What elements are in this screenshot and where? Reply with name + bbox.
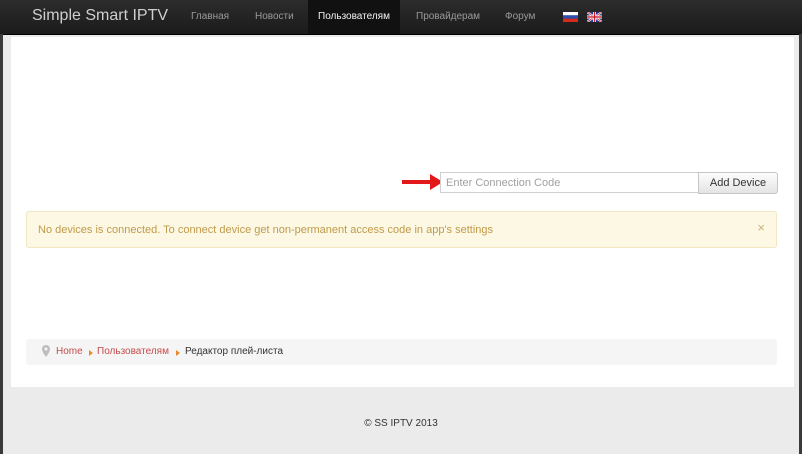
alert-message: No devices is connected. To connect devi…: [38, 224, 494, 236]
breadcrumb-separator-icon: [176, 350, 180, 356]
connection-code-input[interactable]: [440, 172, 698, 193]
english-flag-icon[interactable]: [587, 12, 602, 22]
breadcrumb: Home Пользователям Редактор плей-листа: [26, 339, 777, 365]
nav-item-home[interactable]: Главная: [181, 0, 239, 34]
breadcrumb-current: Редактор плей-листа: [185, 346, 284, 357]
breadcrumb-home-link[interactable]: Home: [56, 346, 83, 357]
nav-item-news[interactable]: Новости: [245, 0, 304, 34]
breadcrumb-separator-icon: [89, 350, 93, 356]
footer-copyright: © SS IPTV 2013: [364, 418, 438, 429]
nav-item-users[interactable]: Пользователям: [308, 0, 400, 34]
top-navbar: Simple Smart IPTV Главная Новости Пользо…: [0, 0, 802, 35]
map-pin-icon: [42, 345, 50, 357]
add-device-button[interactable]: Add Device: [698, 172, 778, 194]
breadcrumb-users-link[interactable]: Пользователям: [97, 346, 169, 357]
russian-flag-icon[interactable]: [563, 12, 578, 22]
nav-item-forum[interactable]: Форум: [495, 0, 545, 34]
red-arrow-icon: [402, 174, 443, 190]
nav-item-providers[interactable]: Провайдерам: [406, 0, 490, 34]
no-devices-alert: No devices is connected. To connect devi…: [26, 211, 777, 248]
brand-logo[interactable]: Simple Smart IPTV: [32, 7, 168, 25]
close-icon[interactable]: ×: [757, 220, 765, 235]
